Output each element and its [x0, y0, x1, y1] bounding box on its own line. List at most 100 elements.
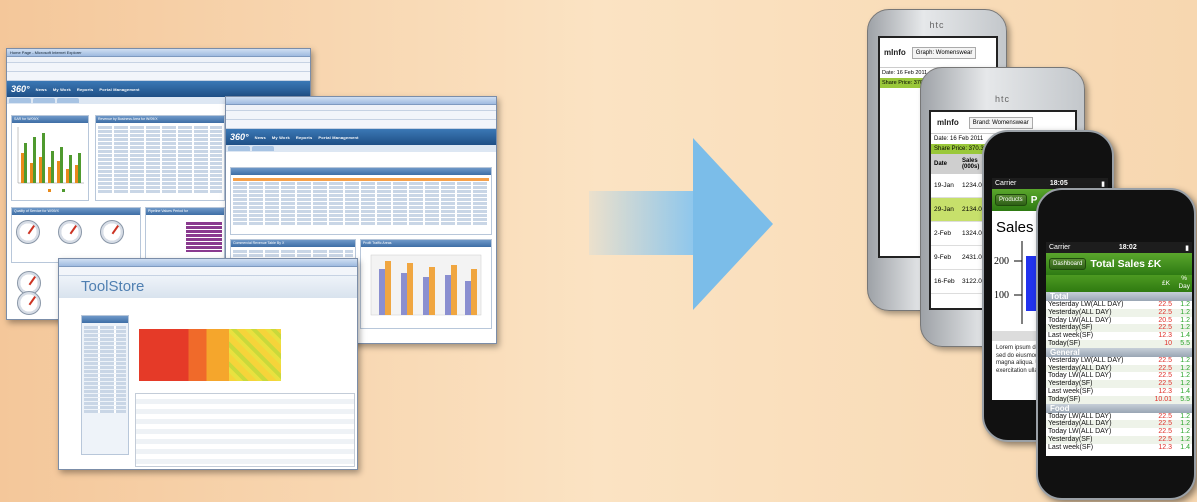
- browser-address-bar[interactable]: [7, 72, 310, 81]
- row-value-pct: 1.2: [1180, 316, 1190, 324]
- profit-chart-panel: Profit Traffic Areas: [360, 239, 492, 329]
- row-value-gbp: 10.01: [1154, 395, 1172, 403]
- tab[interactable]: [57, 98, 79, 103]
- minfo-logo: mInfo: [937, 118, 959, 127]
- table-row[interactable]: Last week(SF) 12.3 1.4: [1046, 332, 1192, 340]
- row-value-pct: 1.2: [1180, 380, 1190, 388]
- sales-table: Total Yesterday LW(ALL DAY) 22.5 1.2 Yesterd…: [1046, 292, 1192, 452]
- panel-title: Quality of Service for W/09/X: [12, 208, 140, 215]
- app-header: 360° News My Work Reports Portal Managem…: [7, 81, 310, 97]
- gauge-icon: [100, 220, 124, 244]
- table-row[interactable]: Today LW(ALL DAY) 20.5 1.2: [1046, 317, 1192, 325]
- filter-sidebar: [81, 315, 129, 455]
- table-row[interactable]: Yesterday(SF) 22.5 1.2: [1046, 324, 1192, 333]
- row-label: Last week(SF): [1048, 332, 1094, 340]
- row-value-gbp: 12.3: [1158, 387, 1172, 395]
- tab[interactable]: [9, 98, 31, 103]
- arrow-head-icon: [693, 138, 773, 310]
- table-row[interactable]: Yesterday(ALL DAY) 22.5 1.2: [1046, 364, 1192, 373]
- panel-title: [231, 168, 491, 175]
- carrier-label: Carrier: [1049, 244, 1071, 251]
- row-label: Last week(SF): [1048, 387, 1094, 395]
- row-value-pct: 1.2: [1180, 364, 1190, 372]
- bar-chart-graphic: [370, 254, 482, 316]
- heatmap-treemap: [139, 329, 229, 381]
- gauge-icon: [58, 220, 82, 244]
- table-row[interactable]: Today LW(ALL DAY) 22.5 1.2: [1046, 428, 1192, 436]
- row-label: Yesterday(ALL DAY): [1048, 364, 1112, 372]
- row-value-pct: 1.2: [1180, 356, 1190, 364]
- app-header: 360° News My Work Reports Portal Managem…: [226, 129, 496, 145]
- nav-item-portal[interactable]: Portal Management: [99, 87, 139, 92]
- clock-label: 18:05: [1049, 180, 1068, 187]
- row-label: Today LW(ALL DAY): [1048, 372, 1112, 380]
- quality-panel: Quality of Service for W/09/X: [11, 207, 141, 263]
- table-row[interactable]: Today(SF) 10.01 5.5: [1046, 395, 1192, 404]
- toolstore-logo: ToolStore: [81, 278, 145, 295]
- clock-label: 18:02: [1118, 244, 1137, 251]
- nav-header: Dashboard Total Sales £K: [1046, 253, 1192, 275]
- nav-item-reports[interactable]: Reports: [77, 87, 94, 92]
- table-row[interactable]: Yesterday(SF) 22.5 1.2: [1046, 380, 1192, 388]
- row-value-pct: 1.2: [1180, 372, 1190, 380]
- table-row[interactable]: Today LW(ALL DAY) 22.5 1.2: [1046, 372, 1192, 380]
- col-pct: %: [1181, 275, 1187, 282]
- row-label: Yesterday(SF): [1048, 380, 1093, 388]
- table-row[interactable]: Yesterday LW(ALL DAY) 22.5 1.2: [1046, 357, 1192, 365]
- row-value-gbp: 20.5: [1158, 316, 1172, 324]
- row-label: Yesterday(ALL DAY): [1048, 308, 1112, 316]
- sales-chart-panel: SAR for W/09/X: [11, 115, 89, 201]
- row-value-gbp: 22.5: [1158, 324, 1172, 332]
- brand-button[interactable]: Brand: Womenswear: [968, 116, 1033, 129]
- row-label: Last week(SF): [1048, 443, 1094, 451]
- tab[interactable]: [252, 146, 274, 151]
- tab[interactable]: [228, 146, 250, 151]
- column-header: £K % Day: [1046, 275, 1192, 292]
- table-rows: [98, 126, 222, 194]
- tab[interactable]: [33, 98, 55, 103]
- row-value-gbp: 22.5: [1158, 412, 1172, 420]
- row-value-pct: 1.2: [1180, 308, 1190, 316]
- nav-item-portal[interactable]: Portal Management: [318, 135, 358, 140]
- row-label: Yesterday LW(ALL DAY): [1048, 356, 1124, 364]
- panel-title: Revenue by Business Area for W/09/X: [96, 116, 224, 123]
- pipeline-bars: [186, 222, 222, 252]
- table-row[interactable]: Yesterday(ALL DAY) 22.5 1.2: [1046, 308, 1192, 317]
- nav-item-news[interactable]: News: [255, 135, 266, 140]
- row-value-pct: 1.4: [1180, 332, 1190, 340]
- row-value-pct: 1.2: [1180, 428, 1190, 436]
- graph-button[interactable]: Graph: Womenswear: [911, 46, 977, 59]
- panel-title: Pipeline Values Period for: [146, 208, 224, 215]
- row-value-pct: 1.2: [1180, 324, 1190, 332]
- browser-address-bar[interactable]: [226, 120, 496, 129]
- nav-item-reports[interactable]: Reports: [296, 135, 313, 140]
- table-row[interactable]: Today LW(ALL DAY) 22.5 1.2: [1046, 413, 1192, 421]
- iphone-screen: Carrier 18:02 ▮ Dashboard Total Sales £K £…: [1046, 242, 1192, 456]
- col-date: Date: [934, 161, 948, 167]
- nav-item-news[interactable]: News: [36, 87, 47, 92]
- products-button[interactable]: Products: [995, 194, 1027, 206]
- row-date: 19-Jan: [934, 182, 954, 189]
- revenue-table-panel: Revenue by Business Area for W/09/X: [95, 115, 225, 201]
- row-value-gbp: 22.5: [1158, 372, 1172, 380]
- table-row[interactable]: Last week(SF) 12.3 1.4: [1046, 388, 1192, 396]
- table-row[interactable]: Yesterday(SF) 22.5 1.2: [1046, 435, 1192, 444]
- pipeline-panel: Pipeline Values Period for: [145, 207, 225, 263]
- row-value-gbp: 22.5: [1158, 356, 1172, 364]
- row-value-gbp: 22.5: [1158, 380, 1172, 388]
- toolstore-header: ToolStore: [59, 276, 357, 298]
- tree-items: [84, 326, 126, 414]
- row-value-pct: 1.4: [1180, 387, 1190, 395]
- app-logo: 360°: [11, 84, 30, 94]
- row-sales: 3122.0: [962, 278, 982, 285]
- nav-item-my-work[interactable]: My Work: [272, 135, 290, 140]
- table-row[interactable]: Today(SF) 10 5.5: [1046, 339, 1192, 348]
- nav-item-my-work[interactable]: My Work: [53, 87, 71, 92]
- table-row[interactable]: Yesterday LW(ALL DAY) 22.5 1.2: [1046, 301, 1192, 309]
- col-day: Day: [1178, 283, 1190, 290]
- dashboard-button[interactable]: Dashboard: [1049, 258, 1087, 270]
- table-row[interactable]: Yesterday(ALL DAY) 22.5 1.2: [1046, 420, 1192, 429]
- y-label-100: 100: [994, 290, 1009, 301]
- table-row[interactable]: Last week(SF) 12.3 1.4: [1046, 444, 1192, 452]
- report-list-panel: [230, 167, 492, 235]
